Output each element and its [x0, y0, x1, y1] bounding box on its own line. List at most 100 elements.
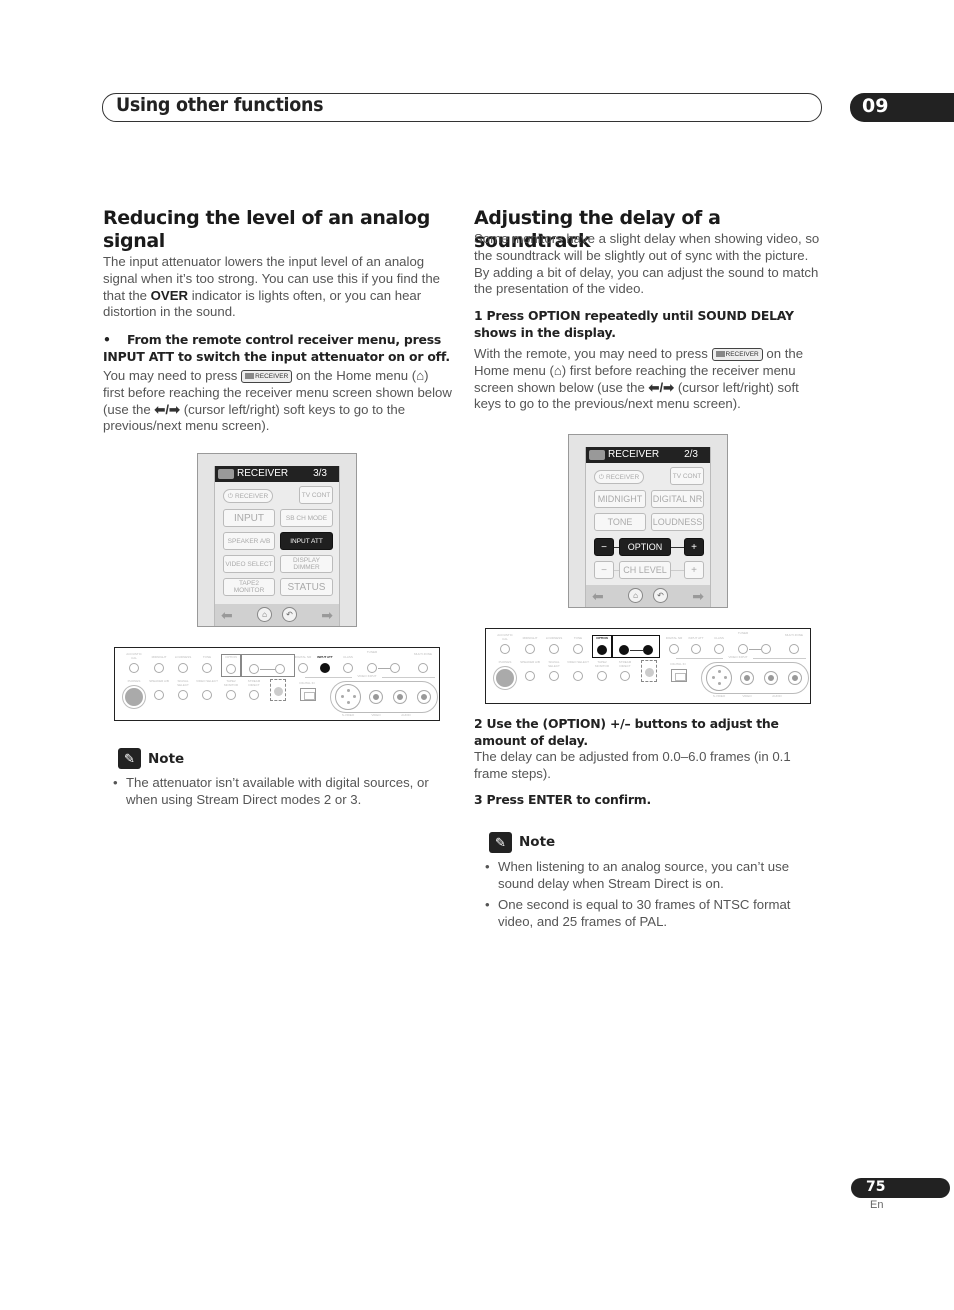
- panel-label: AUDIO: [401, 713, 411, 717]
- option-button[interactable]: OPTION: [619, 538, 671, 556]
- step-2-detail: The delay can be adjusted from 0.0–6.0 f…: [474, 749, 791, 781]
- audio-l-jack: [393, 690, 407, 704]
- option-plus-knob: [275, 664, 285, 674]
- tv-icon: [589, 450, 605, 460]
- loudness-knob: [178, 663, 188, 673]
- panel-label: CLASS: [714, 636, 724, 640]
- option-minus-knob: [619, 645, 629, 655]
- video-select-button[interactable]: VIDEO SELECT: [223, 555, 275, 573]
- receiver-key-label: RECEIVER: [725, 351, 759, 358]
- tv-cont-button[interactable]: TV CONT: [670, 467, 704, 485]
- remote-softkey-bar: ⬅ ⌂ ↶ ➡: [215, 604, 339, 626]
- panel-label: CLASS: [343, 655, 353, 659]
- tv-icon: [245, 373, 255, 379]
- tv-cont-button[interactable]: TV CONT: [299, 486, 333, 504]
- panel-label: DIGITAL IN: [670, 662, 686, 666]
- remote-titlebar: RECEIVER 3/3: [215, 466, 339, 482]
- stream-direct-knob: [249, 690, 259, 700]
- audio-l-jack: [764, 671, 778, 685]
- digital-nr-button[interactable]: DIGITAL NR: [651, 490, 704, 508]
- remote-title: RECEIVER: [608, 449, 660, 460]
- panel-label: OPTION: [596, 636, 608, 640]
- panel-label: DIGITAL IN: [299, 681, 315, 685]
- s-video-jack: [706, 665, 732, 691]
- delay-hint: With the remote, you may need to press R…: [474, 346, 824, 413]
- class-knob: [343, 663, 353, 673]
- option-minus-button[interactable]: −: [594, 538, 614, 556]
- analog-intro: The input attenuator lowers the input le…: [103, 254, 448, 321]
- tone-button[interactable]: TONE: [594, 513, 646, 531]
- home-icon: ⌂: [416, 368, 425, 383]
- remote-page-indicator: 2/3: [684, 449, 698, 460]
- panel-label: MULTI ZONE: [414, 652, 432, 656]
- speaker-ab-knob: [525, 671, 535, 681]
- midnight-knob: [525, 644, 535, 654]
- loudness-button[interactable]: LOUDNESS: [651, 513, 704, 531]
- remote-softkey-bar: ⬅ ⌂ ↶ ➡: [586, 585, 710, 607]
- panel-label: DIGITAL NR: [665, 636, 683, 640]
- sb-ch-mode-button[interactable]: SB CH MODE: [280, 509, 333, 527]
- panel-label: TONE: [202, 655, 212, 659]
- note-pencil-icon: ✎: [489, 832, 512, 853]
- signal-select-knob: [549, 671, 559, 681]
- note-label: Note: [148, 751, 185, 767]
- panel-label: MIDNIGHT: [151, 655, 167, 659]
- ch-level-button[interactable]: CH LEVEL: [619, 561, 671, 579]
- option-plus-button[interactable]: +: [684, 538, 704, 556]
- input-button[interactable]: INPUT: [223, 509, 275, 527]
- back-icon[interactable]: ↶: [282, 607, 297, 622]
- speaker-ab-button[interactable]: SPEAKER A/B: [223, 532, 275, 550]
- hint-text: You may need to press: [103, 368, 242, 383]
- cursor-arrows-icon: ⬅/➡: [154, 401, 181, 417]
- hint-text: With the remote, you may need to press: [474, 346, 712, 361]
- panel-label: TAPE2 MONITOR: [223, 679, 239, 687]
- signal-select-knob: [178, 690, 188, 700]
- over-indicator-text: OVER: [150, 287, 189, 303]
- panel-label: DIGITAL NR: [294, 655, 312, 659]
- tone-knob: [202, 663, 212, 673]
- status-button[interactable]: STATUS: [280, 578, 333, 596]
- button-label: RECEIVER: [234, 492, 269, 500]
- s-video-jack: [335, 684, 361, 710]
- panel-label: MULTI ZONE: [785, 633, 803, 637]
- panel-label: TAPE2 MONITOR: [594, 660, 610, 668]
- loudness-knob: [549, 644, 559, 654]
- panel-label: VIDEO SELECT: [196, 679, 218, 683]
- input-att-knob: [320, 663, 330, 673]
- arrow-left-icon[interactable]: ⬅: [221, 607, 233, 624]
- back-icon[interactable]: ↶: [653, 588, 668, 603]
- panel-label: SIGNAL SELECT: [177, 679, 189, 687]
- receiver-power-button[interactable]: ⏻ RECEIVER: [223, 489, 273, 503]
- video-input-label: VIDEO INPUT: [352, 674, 382, 679]
- arrow-right-icon[interactable]: ➡: [321, 607, 333, 624]
- remote-page-indicator: 3/3: [313, 468, 327, 479]
- panel-label: VIDEO: [371, 713, 381, 717]
- arrow-left-icon[interactable]: ⬅: [592, 588, 604, 605]
- note-label: Note: [519, 834, 556, 850]
- input-att-knob: [691, 644, 701, 654]
- step-3: 3 Press ENTER to confirm.: [474, 792, 651, 807]
- midnight-button[interactable]: MIDNIGHT: [594, 490, 646, 508]
- ch-level-minus-button[interactable]: −: [594, 561, 614, 579]
- digital-in-port: [671, 669, 687, 682]
- step-bullet: •: [103, 332, 111, 347]
- panel-label: ACOUSTIC CAL: [497, 633, 513, 641]
- setup-mic-jack: [641, 660, 657, 682]
- home-icon[interactable]: ⌂: [628, 588, 643, 603]
- tv-icon: [218, 469, 234, 479]
- remote-screen-page-2: RECEIVER 2/3 ⏻ RECEIVER TV CONT MIDNIGHT …: [568, 434, 728, 608]
- input-att-button[interactable]: INPUT ATT: [280, 532, 333, 550]
- tape2-monitor-button[interactable]: TAPE2 MONITOR: [223, 578, 275, 596]
- panel-label: STREAM DIRECT: [247, 679, 261, 687]
- arrow-right-icon[interactable]: ➡: [692, 588, 704, 605]
- receiver-power-button[interactable]: ⏻ RECEIVER: [594, 470, 644, 484]
- panel-label: ACOUSTIC CAL: [126, 652, 142, 660]
- home-icon[interactable]: ⌂: [257, 607, 272, 622]
- chapter-title: Using other functions: [116, 94, 324, 116]
- display-dimmer-button[interactable]: DISPLAY DIMMER: [280, 555, 333, 573]
- multi-zone-knob: [418, 663, 428, 673]
- ch-level-plus-button[interactable]: +: [684, 561, 704, 579]
- stream-direct-knob: [620, 671, 630, 681]
- tuner-label: TUNER: [737, 631, 749, 635]
- option-plus-knob: [643, 645, 653, 655]
